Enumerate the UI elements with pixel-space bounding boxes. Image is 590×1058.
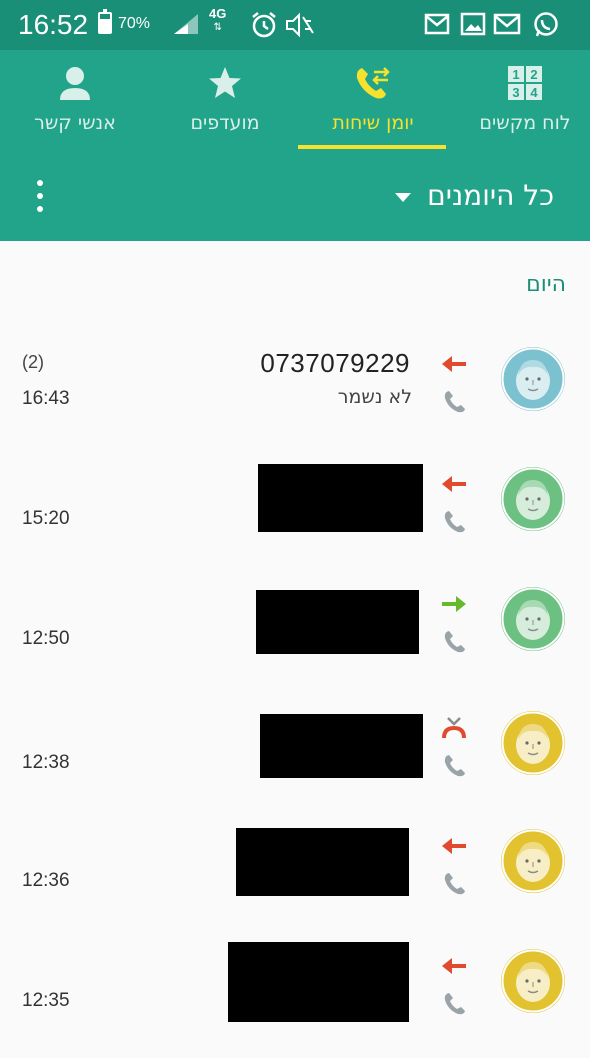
section-today-label: היום: [526, 272, 566, 297]
call-row[interactable]: 12:38: [0, 700, 590, 820]
call-time: 16:43: [22, 388, 70, 409]
gmail-icon-2: [493, 13, 521, 35]
avatar-icon: [501, 467, 565, 531]
tab-favorites[interactable]: מועדפים: [160, 50, 290, 150]
outgoing-call-icon: [442, 596, 466, 612]
tab-call-log-label: יומן שיחות: [332, 112, 414, 134]
active-tab-indicator: [298, 145, 446, 149]
phone-icon: [444, 873, 465, 895]
mute-icon: [286, 12, 314, 38]
redacted-caller: [228, 942, 409, 1022]
svg-text:1: 1: [512, 67, 519, 82]
call-row[interactable]: 12:35: [0, 938, 590, 1058]
call-row[interactable]: 12:50: [0, 576, 590, 696]
avatar-icon: [501, 587, 565, 651]
alarm-icon: [252, 12, 276, 38]
avatar-icon: [501, 347, 565, 411]
phone-icon: [444, 631, 465, 653]
signal-icon: [174, 14, 198, 34]
phone-icon: [444, 391, 465, 413]
chevron-down-icon: [395, 192, 412, 202]
call-time: 12:38: [22, 752, 70, 773]
battery-percent: 70%: [118, 15, 151, 32]
phone-icon: [444, 511, 465, 533]
tab-contacts[interactable]: אנשי קשר: [10, 50, 140, 150]
incoming-call-icon: [442, 838, 466, 854]
svg-text:2: 2: [530, 67, 537, 82]
avatar-icon: [501, 949, 565, 1013]
redacted-caller: [256, 590, 419, 654]
call-log-filter-dropdown[interactable]: כל היומנים: [395, 172, 554, 220]
contacts-icon: [60, 67, 90, 100]
tab-dialpad-label: לוח מקשים: [479, 112, 571, 134]
svg-text:3: 3: [512, 85, 519, 100]
call-count: (2): [22, 352, 44, 372]
call-row[interactable]: 12:36: [0, 818, 590, 938]
call-number: 0737079229: [260, 348, 410, 378]
redacted-caller: [258, 464, 423, 532]
phone-icon: [444, 755, 465, 777]
call-log-icon: [356, 67, 390, 99]
status-bar: 16:52 70% 4G ⇅: [0, 0, 590, 50]
avatar-icon: [501, 829, 565, 893]
overflow-menu-icon[interactable]: [32, 180, 48, 216]
star-icon: [209, 67, 241, 98]
svg-text:4: 4: [530, 85, 538, 100]
call-subtitle: לא נשמר: [337, 386, 412, 408]
status-time: 16:52: [18, 9, 89, 40]
call-time: 12:50: [22, 628, 70, 649]
battery-icon: [98, 9, 112, 34]
incoming-call-icon: [442, 476, 466, 492]
call-row[interactable]: 0737079229 לא נשמר (2) 16:43: [0, 336, 590, 456]
whatsapp-icon: [534, 12, 558, 37]
tab-favorites-label: מועדפים: [190, 112, 260, 134]
redacted-caller: [260, 714, 423, 778]
redacted-caller: [236, 828, 409, 896]
phone-icon: [444, 993, 465, 1015]
call-log-filter-label: כל היומנים: [427, 179, 554, 212]
incoming-call-icon: [442, 958, 466, 974]
incoming-call-icon: [442, 356, 466, 372]
avatar-icon: [501, 711, 565, 775]
app-header: 1 2 3 4 לוח מקשים יומן שיחות מועדפים אנש…: [0, 50, 590, 241]
gallery-icon: [460, 12, 486, 36]
tab-call-log[interactable]: יומן שיחות: [300, 50, 446, 150]
dialpad-icon: 1 2 3 4: [508, 66, 542, 100]
network-type: 4G ⇅: [209, 6, 227, 34]
tab-contacts-label: אנשי קשר: [34, 112, 116, 134]
call-time: 15:20: [22, 508, 70, 529]
call-time: 12:36: [22, 870, 70, 891]
gmail-icon: [424, 13, 450, 35]
call-row[interactable]: 15:20: [0, 456, 590, 576]
rejected-call-icon: [442, 717, 466, 739]
tab-dialpad[interactable]: 1 2 3 4 לוח מקשים: [460, 50, 590, 150]
call-time: 12:35: [22, 990, 70, 1011]
